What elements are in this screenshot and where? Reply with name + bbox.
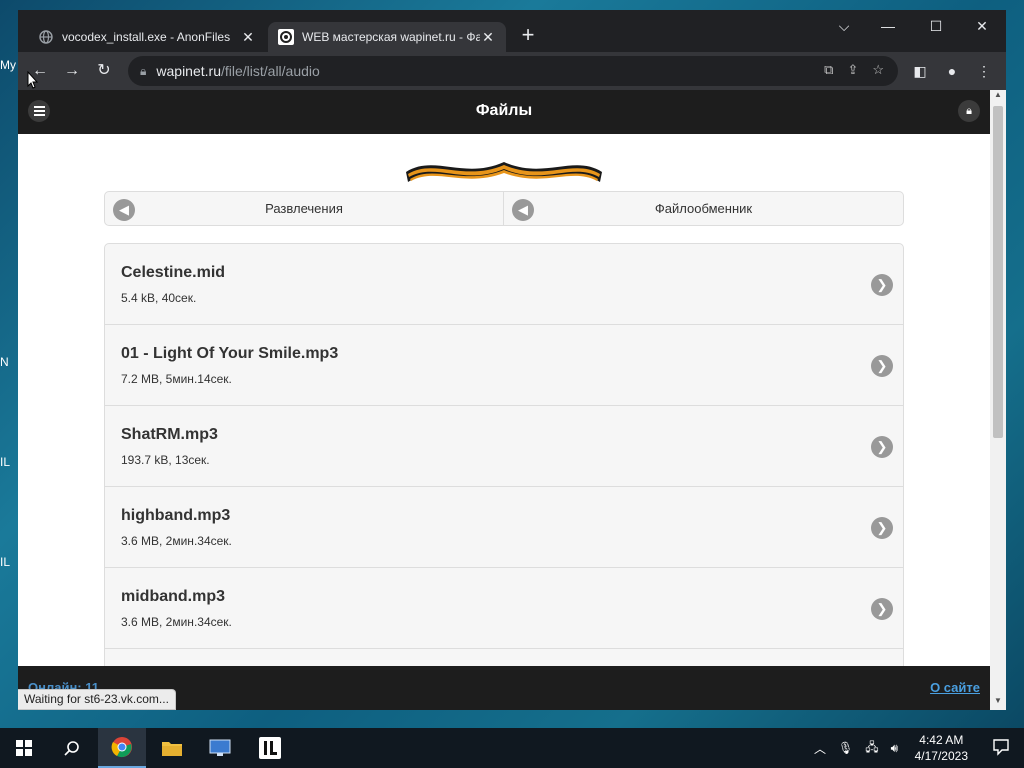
windows-taskbar: ︿ 🎙︎ 🖧︎ 🔊︎ 4:42 AM 4/17/2023	[0, 728, 1024, 768]
file-name: 01 - Light Of Your Smile.mp3	[121, 345, 339, 362]
chevron-right-icon: ❯	[871, 274, 893, 296]
list-item[interactable]: ShatRM.mp3 193.7 kB, 13сек. ❯	[105, 406, 903, 487]
lock-icon[interactable]: 🔒︎	[140, 64, 146, 79]
nav-label: Развлечения	[265, 201, 343, 216]
list-item[interactable]: 01 - Light Of Your Smile.mp3 7.2 MB, 5ми…	[105, 325, 903, 406]
file-meta: 7.2 MB, 5мин.14сек.	[121, 372, 232, 386]
tab-anonfiles[interactable]: vocodex_install.exe - AnonFiles ✕	[28, 22, 266, 52]
list-item[interactable]: midband.mp3 3.6 MB, 2мин.34сек. ❯	[105, 568, 903, 649]
page-title: Файлы	[475, 102, 533, 119]
menu-icon[interactable]: ⋮	[972, 59, 996, 83]
app-il-icon[interactable]	[246, 728, 294, 768]
clock-date: 4/17/2023	[914, 749, 968, 763]
forward-button[interactable]: →	[60, 59, 84, 83]
system-tray: ︿ 🎙︎ 🖧︎ 🔊︎	[814, 728, 898, 768]
file-meta: 3.6 MB, 2мин.34сек.	[121, 534, 232, 548]
tab-title: vocodex_install.exe - AnonFiles	[62, 30, 231, 44]
login-lock-icon[interactable]: 🔒︎	[958, 100, 980, 122]
desktop-icon-label[interactable]: IL	[0, 555, 16, 569]
site-favicon-icon	[278, 29, 294, 45]
file-meta: 3.6 MB, 2мин.34сек.	[121, 615, 232, 629]
file-name: Celestine.mid	[121, 264, 226, 281]
start-button[interactable]	[0, 728, 48, 768]
browser-toolbar: ← → ↻ 🔒︎ wapinet.ru/file/list/all/audio …	[18, 52, 1006, 90]
category-nav: ◀ Развлечения ◀ Файлообменник	[104, 191, 904, 226]
star-icon[interactable]: ☆	[872, 62, 884, 78]
chrome-taskbar-icon[interactable]	[98, 728, 146, 768]
browser-window: vocodex_install.exe - AnonFiles ✕ WEB ма…	[18, 10, 1006, 710]
nav-label: Файлообменник	[654, 201, 753, 216]
desktop-icon-label[interactable]: My	[0, 58, 16, 72]
chevron-up-icon[interactable]: ︿	[814, 740, 826, 757]
tab-wapinet[interactable]: WEB мастерская wapinet.ru - Фа ✕	[268, 22, 506, 52]
new-tab-button[interactable]: +	[516, 24, 540, 48]
tab-search-icon[interactable]: ⌵	[824, 14, 864, 38]
file-name: highband.mp3	[121, 507, 231, 524]
maximize-button[interactable]: ☐	[916, 14, 956, 38]
file-explorer-icon[interactable]	[148, 728, 196, 768]
volume-icon[interactable]: 🔊︎	[891, 741, 899, 756]
scroll-thumb[interactable]	[993, 106, 1003, 438]
taskbar-clock[interactable]: 4:42 AM 4/17/2023	[915, 732, 968, 764]
profile-icon[interactable]: ●	[940, 59, 964, 83]
chevron-right-icon: ❯	[871, 436, 893, 458]
arrow-left-icon: ◀	[512, 199, 534, 221]
clock-time: 4:42 AM	[919, 733, 964, 747]
translate-icon[interactable]: ⧉	[824, 62, 833, 78]
list-item[interactable]: Celestine.mid 5.4 kB, 40сек. ❯	[105, 244, 903, 325]
close-window-button[interactable]: ✕	[962, 14, 1002, 38]
tab-title: WEB мастерская wapinet.ru - Фа	[302, 30, 480, 44]
scroll-up-icon[interactable]: ▲	[990, 90, 1006, 104]
scroll-down-icon[interactable]: ▼	[990, 696, 1006, 710]
url-path: /file/list/all/audio	[220, 63, 320, 79]
site-header: Файлы 🔒︎	[18, 90, 990, 134]
file-meta: 5.4 kB, 40сек.	[121, 291, 197, 305]
about-link[interactable]: О сайте	[930, 680, 980, 695]
page-scrollbar[interactable]: ▲ ▼	[990, 90, 1006, 710]
nav-back-fileshare[interactable]: ◀ Файлообменник	[504, 191, 904, 226]
minimize-button[interactable]: —	[868, 14, 908, 38]
side-panel-icon[interactable]: ◧	[908, 59, 932, 83]
file-meta: 193.7 kB, 13сек.	[121, 453, 210, 467]
chevron-right-icon: ❯	[871, 517, 893, 539]
globe-icon	[38, 29, 54, 45]
desktop-icon-label[interactable]: IL	[0, 455, 16, 469]
network-icon[interactable]: 🖧︎	[865, 738, 878, 759]
close-icon[interactable]: ✕	[480, 29, 496, 46]
remote-desktop-icon[interactable]	[196, 728, 244, 768]
share-icon[interactable]: ⇪	[847, 62, 858, 78]
address-bar[interactable]: 🔒︎ wapinet.ru/file/list/all/audio ⧉ ⇪ ☆	[128, 56, 898, 86]
chevron-right-icon: ❯	[871, 355, 893, 377]
st-george-ribbon-logo	[406, 162, 602, 182]
arrow-left-icon: ◀	[113, 199, 135, 221]
url-host: wapinet.ru	[156, 63, 221, 79]
search-icon[interactable]	[48, 728, 96, 768]
mouse-cursor-icon	[27, 71, 39, 89]
file-name: ShatRM.mp3	[121, 426, 218, 443]
notification-icon[interactable]	[992, 738, 1010, 756]
desktop-icon-label[interactable]: N	[0, 355, 16, 369]
windows-logo-icon	[16, 740, 32, 756]
nav-back-entertainment[interactable]: ◀ Развлечения	[104, 191, 504, 226]
file-list: Celestine.mid 5.4 kB, 40сек. ❯ 01 - Ligh…	[104, 243, 904, 670]
close-icon[interactable]: ✕	[240, 29, 256, 46]
file-name: midband.mp3	[121, 588, 226, 605]
list-item[interactable]: highband.mp3 3.6 MB, 2мин.34сек. ❯	[105, 487, 903, 568]
status-bubble: Waiting for st6-23.vk.com...	[18, 689, 176, 710]
microphone-icon[interactable]: 🎙︎	[838, 741, 853, 755]
chevron-right-icon: ❯	[871, 598, 893, 620]
page-viewport: Файлы 🔒︎ ◀ Развлечения ◀ Файлообменник C…	[18, 90, 990, 710]
reload-button[interactable]: ↻	[92, 59, 116, 83]
tab-bar: vocodex_install.exe - AnonFiles ✕ WEB ма…	[18, 10, 1006, 52]
